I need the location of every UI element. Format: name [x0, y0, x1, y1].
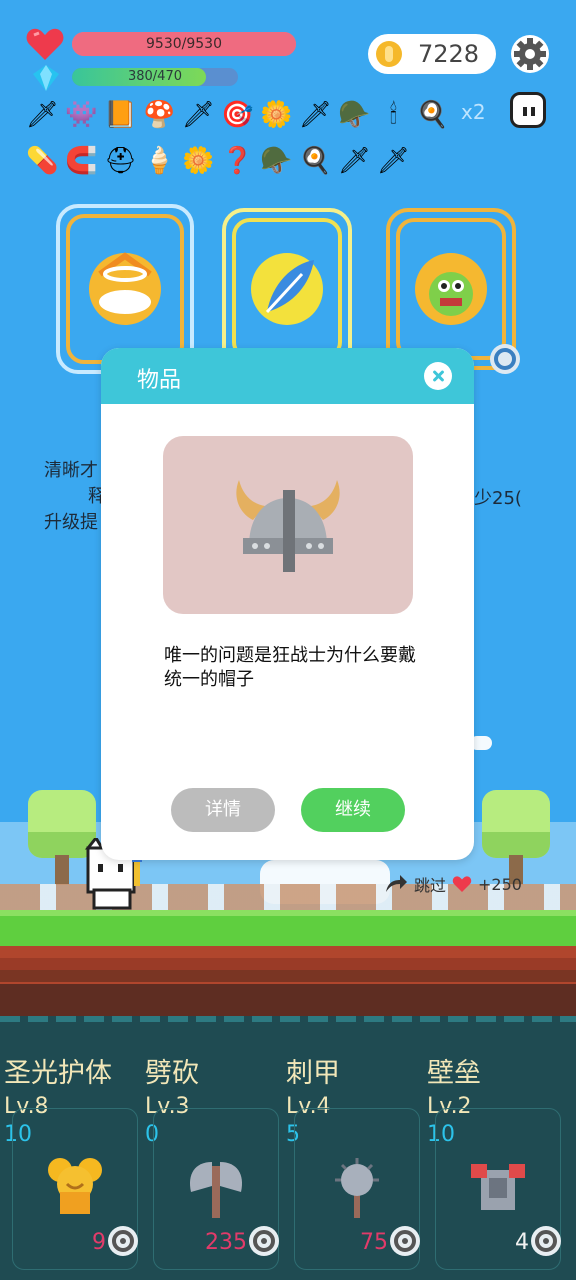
owned-item-icon[interactable]: 👾 — [63, 96, 100, 134]
owned-items-row-1: 🗡 👾 📙 🍄 🗡 🎯 🌼 🗡 🪖 🕯 🍳 — [24, 96, 451, 134]
heart-icon — [452, 876, 472, 892]
owned-item-icon[interactable]: 🍦 — [141, 142, 178, 180]
owned-item-icon[interactable]: 🪖 — [336, 96, 373, 134]
modal-header: 物品 — [101, 348, 474, 404]
owned-item-icon[interactable]: 🗡 — [336, 142, 373, 180]
coin-counter: 7228 — [368, 34, 496, 74]
skill-count: 9 — [92, 1230, 106, 1255]
skill-name: 刺甲 — [286, 1058, 340, 1089]
skill-slot-1[interactable]: 圣光护体 Lv.8 10 9 — [4, 1056, 144, 1270]
skill-slot-2[interactable]: 劈砍 Lv.3 0 235 — [145, 1056, 285, 1270]
eye-monster-icon — [415, 253, 487, 325]
skill-desc-fragment-1: 清晰才 — [44, 460, 98, 481]
holy-halo-icon — [89, 252, 161, 325]
battle-axe-icon — [189, 1162, 243, 1218]
skill-name: 壁垒 — [427, 1058, 481, 1089]
spiked-mace-icon — [335, 1158, 379, 1218]
skill-desc-fragment-4: 少25( — [474, 488, 522, 509]
skill-slot-4[interactable]: 壁垒 Lv.2 10 4 — [427, 1056, 567, 1270]
close-button[interactable] — [424, 362, 452, 390]
skill-name: 劈砍 — [145, 1058, 199, 1089]
owned-item-icon[interactable]: 🗡 — [24, 96, 61, 134]
hp-heart-icon — [26, 28, 64, 60]
skill-count: 75 — [360, 1230, 388, 1255]
owned-item-icon[interactable]: 🗡 — [375, 142, 412, 180]
mp-bar: 380/470 — [72, 68, 238, 86]
viking-helmet-icon — [236, 480, 340, 572]
owned-item-icon[interactable]: 📙 — [102, 96, 139, 134]
reroll-icon[interactable] — [488, 342, 522, 376]
speed-multiplier[interactable]: x2 — [461, 100, 486, 124]
coin-icon — [376, 41, 402, 67]
skill-choice-card-2[interactable] — [222, 208, 352, 370]
skill-name: 圣光护体 — [4, 1058, 112, 1089]
skip-button[interactable]: 跳过 +250 — [384, 872, 522, 896]
dirt-ground-dark — [0, 984, 576, 1016]
owned-item-icon[interactable]: 🌼 — [258, 96, 295, 134]
coin-amount: 7228 — [418, 40, 480, 68]
item-description: 唯一的问题是狂战士为什么要戴统一的帽子 — [164, 645, 416, 690]
owned-item-icon[interactable]: ⛑ — [102, 142, 139, 180]
owned-item-icon[interactable]: ❓ — [219, 142, 256, 180]
hp-text: 9530/9530 — [146, 36, 222, 52]
ghost-menu-icon[interactable] — [510, 92, 546, 128]
skill-desc-fragment-3: 升级提 — [44, 512, 98, 533]
item-image-frame — [163, 436, 413, 614]
grass-ground — [0, 910, 576, 946]
owned-items-row-2: 💊 🧲 ⛑ 🍦 🌼 ❓ 🪖 🍳 🗡 🗡 — [24, 142, 412, 180]
skip-label: 跳过 — [414, 876, 447, 895]
owned-item-icon[interactable]: 🎯 — [219, 96, 256, 134]
armor-bastion-icon — [471, 1164, 525, 1210]
feather-icon — [251, 253, 323, 325]
skip-bonus: +250 — [478, 874, 522, 894]
owned-item-icon[interactable]: 🍳 — [297, 142, 334, 180]
skill-upgrade-icon[interactable] — [529, 1224, 563, 1258]
hp-bar: 9530/9530 — [72, 32, 296, 56]
details-button[interactable]: 详情 — [171, 788, 275, 832]
item-modal: 物品 唯一的问题是狂战士为什么要戴统一的帽子 详情 继续 — [101, 348, 474, 860]
mp-gem-icon — [33, 65, 59, 91]
owned-item-icon[interactable]: 🗡 — [297, 96, 334, 134]
owned-item-icon[interactable]: 🍄 — [141, 96, 178, 134]
tree-trunk — [55, 855, 69, 885]
modal-title: 物品 — [137, 368, 182, 393]
mp-text: 380/470 — [127, 69, 182, 84]
skill-slot-3[interactable]: 刺甲 Lv.4 5 75 — [286, 1056, 426, 1270]
owned-item-icon[interactable]: 🍳 — [414, 96, 451, 134]
owned-item-icon[interactable]: 🧲 — [63, 142, 100, 180]
skill-upgrade-icon[interactable] — [247, 1224, 281, 1258]
skill-upgrade-icon[interactable] — [106, 1224, 140, 1258]
skill-count: 4 — [515, 1230, 529, 1255]
owned-item-icon[interactable]: 🗡 — [180, 96, 217, 134]
owned-item-icon[interactable]: 🕯 — [375, 96, 412, 134]
owned-item-icon[interactable]: 🪖 — [258, 142, 295, 180]
holy-shield-icon — [48, 1158, 102, 1214]
settings-gear-icon[interactable] — [510, 34, 550, 74]
continue-button[interactable]: 继续 — [301, 788, 405, 832]
bush — [482, 790, 550, 858]
skill-upgrade-icon[interactable] — [388, 1224, 422, 1258]
owned-item-icon[interactable]: 🌼 — [180, 142, 217, 180]
skill-count: 235 — [205, 1230, 247, 1255]
owned-item-icon[interactable]: 💊 — [24, 142, 61, 180]
skip-arrow-icon — [386, 875, 407, 892]
